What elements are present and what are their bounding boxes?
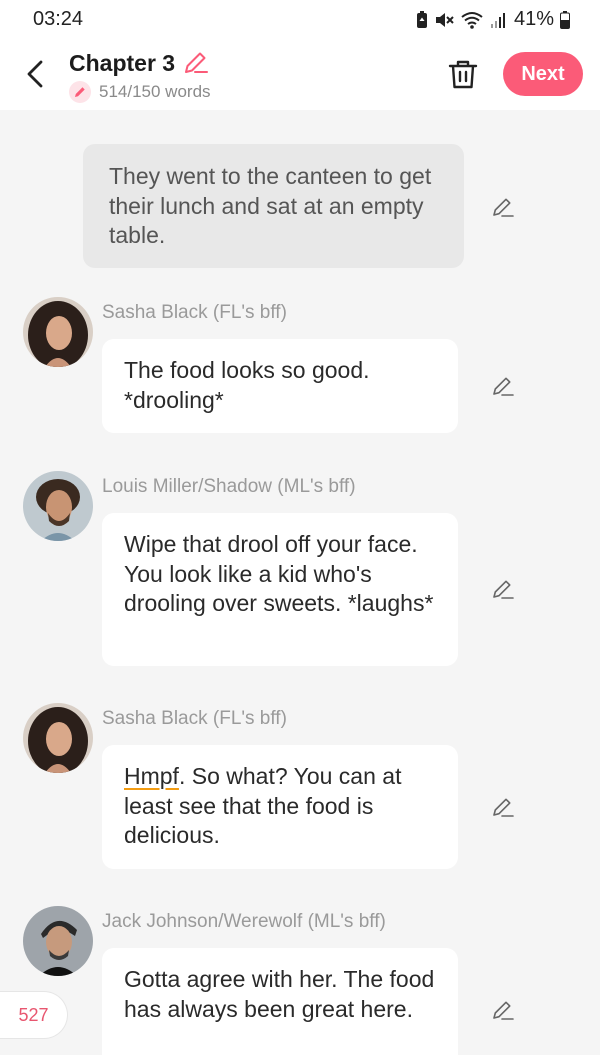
dialogue-bubble[interactable]: Hmpf. So what? You can at least see that… bbox=[102, 745, 458, 869]
speaker-name[interactable]: Sasha Black (FL's bff) bbox=[102, 708, 287, 730]
pencil-icon bbox=[69, 81, 91, 103]
chevron-left-icon bbox=[27, 60, 43, 88]
edit-icon[interactable] bbox=[490, 373, 516, 399]
avatar[interactable] bbox=[23, 297, 93, 367]
title-row: Chapter 3 bbox=[69, 49, 209, 77]
battery-icon bbox=[560, 10, 570, 29]
word-count: 514/150 words bbox=[99, 82, 211, 101]
avatar[interactable] bbox=[23, 471, 93, 541]
wifi-icon bbox=[460, 11, 484, 29]
edit-icon[interactable] bbox=[490, 576, 516, 602]
delete-button[interactable] bbox=[447, 57, 479, 91]
chat-feed[interactable]: They went to the canteen to get their lu… bbox=[0, 110, 600, 1055]
trash-icon bbox=[448, 60, 478, 89]
edit-icon[interactable] bbox=[490, 997, 516, 1023]
editor-header: Chapter 3 514/150 words Next bbox=[0, 40, 600, 110]
word-count-row: 514/150 words bbox=[69, 81, 211, 103]
battery-percent: 41% bbox=[513, 8, 554, 30]
speaker-name[interactable]: Louis Miller/Shadow (ML's bff) bbox=[102, 476, 356, 498]
chapter-title[interactable]: Chapter 3 bbox=[69, 50, 175, 77]
edit-icon[interactable] bbox=[490, 194, 516, 220]
battery-saver-icon bbox=[416, 10, 428, 29]
pencil-icon[interactable] bbox=[181, 49, 209, 77]
signal-icon bbox=[490, 11, 508, 29]
avatar[interactable] bbox=[23, 703, 93, 773]
misspelled-word[interactable]: Hmpf bbox=[124, 763, 179, 789]
next-button[interactable]: Next bbox=[503, 52, 583, 96]
narration-bubble[interactable]: They went to the canteen to get their lu… bbox=[83, 144, 464, 268]
counter-badge[interactable]: 527 bbox=[0, 991, 68, 1039]
speaker-name[interactable]: Sasha Black (FL's bff) bbox=[102, 302, 287, 324]
speaker-name[interactable]: Jack Johnson/Werewolf (ML's bff) bbox=[102, 911, 386, 933]
mute-icon bbox=[434, 11, 454, 29]
dialogue-bubble[interactable]: Gotta agree with her. The food has alway… bbox=[102, 948, 458, 1055]
status-time: 03:24 bbox=[33, 8, 84, 30]
dialogue-bubble[interactable]: The food looks so good. *drooling* bbox=[102, 339, 458, 433]
dialogue-bubble[interactable]: Wipe that drool off your face. You look … bbox=[102, 513, 458, 666]
status-bar: 03:24 41% bbox=[0, 0, 600, 40]
edit-icon[interactable] bbox=[490, 794, 516, 820]
back-button[interactable] bbox=[18, 54, 52, 94]
status-icons: 41% bbox=[416, 8, 570, 31]
avatar[interactable] bbox=[23, 906, 93, 976]
